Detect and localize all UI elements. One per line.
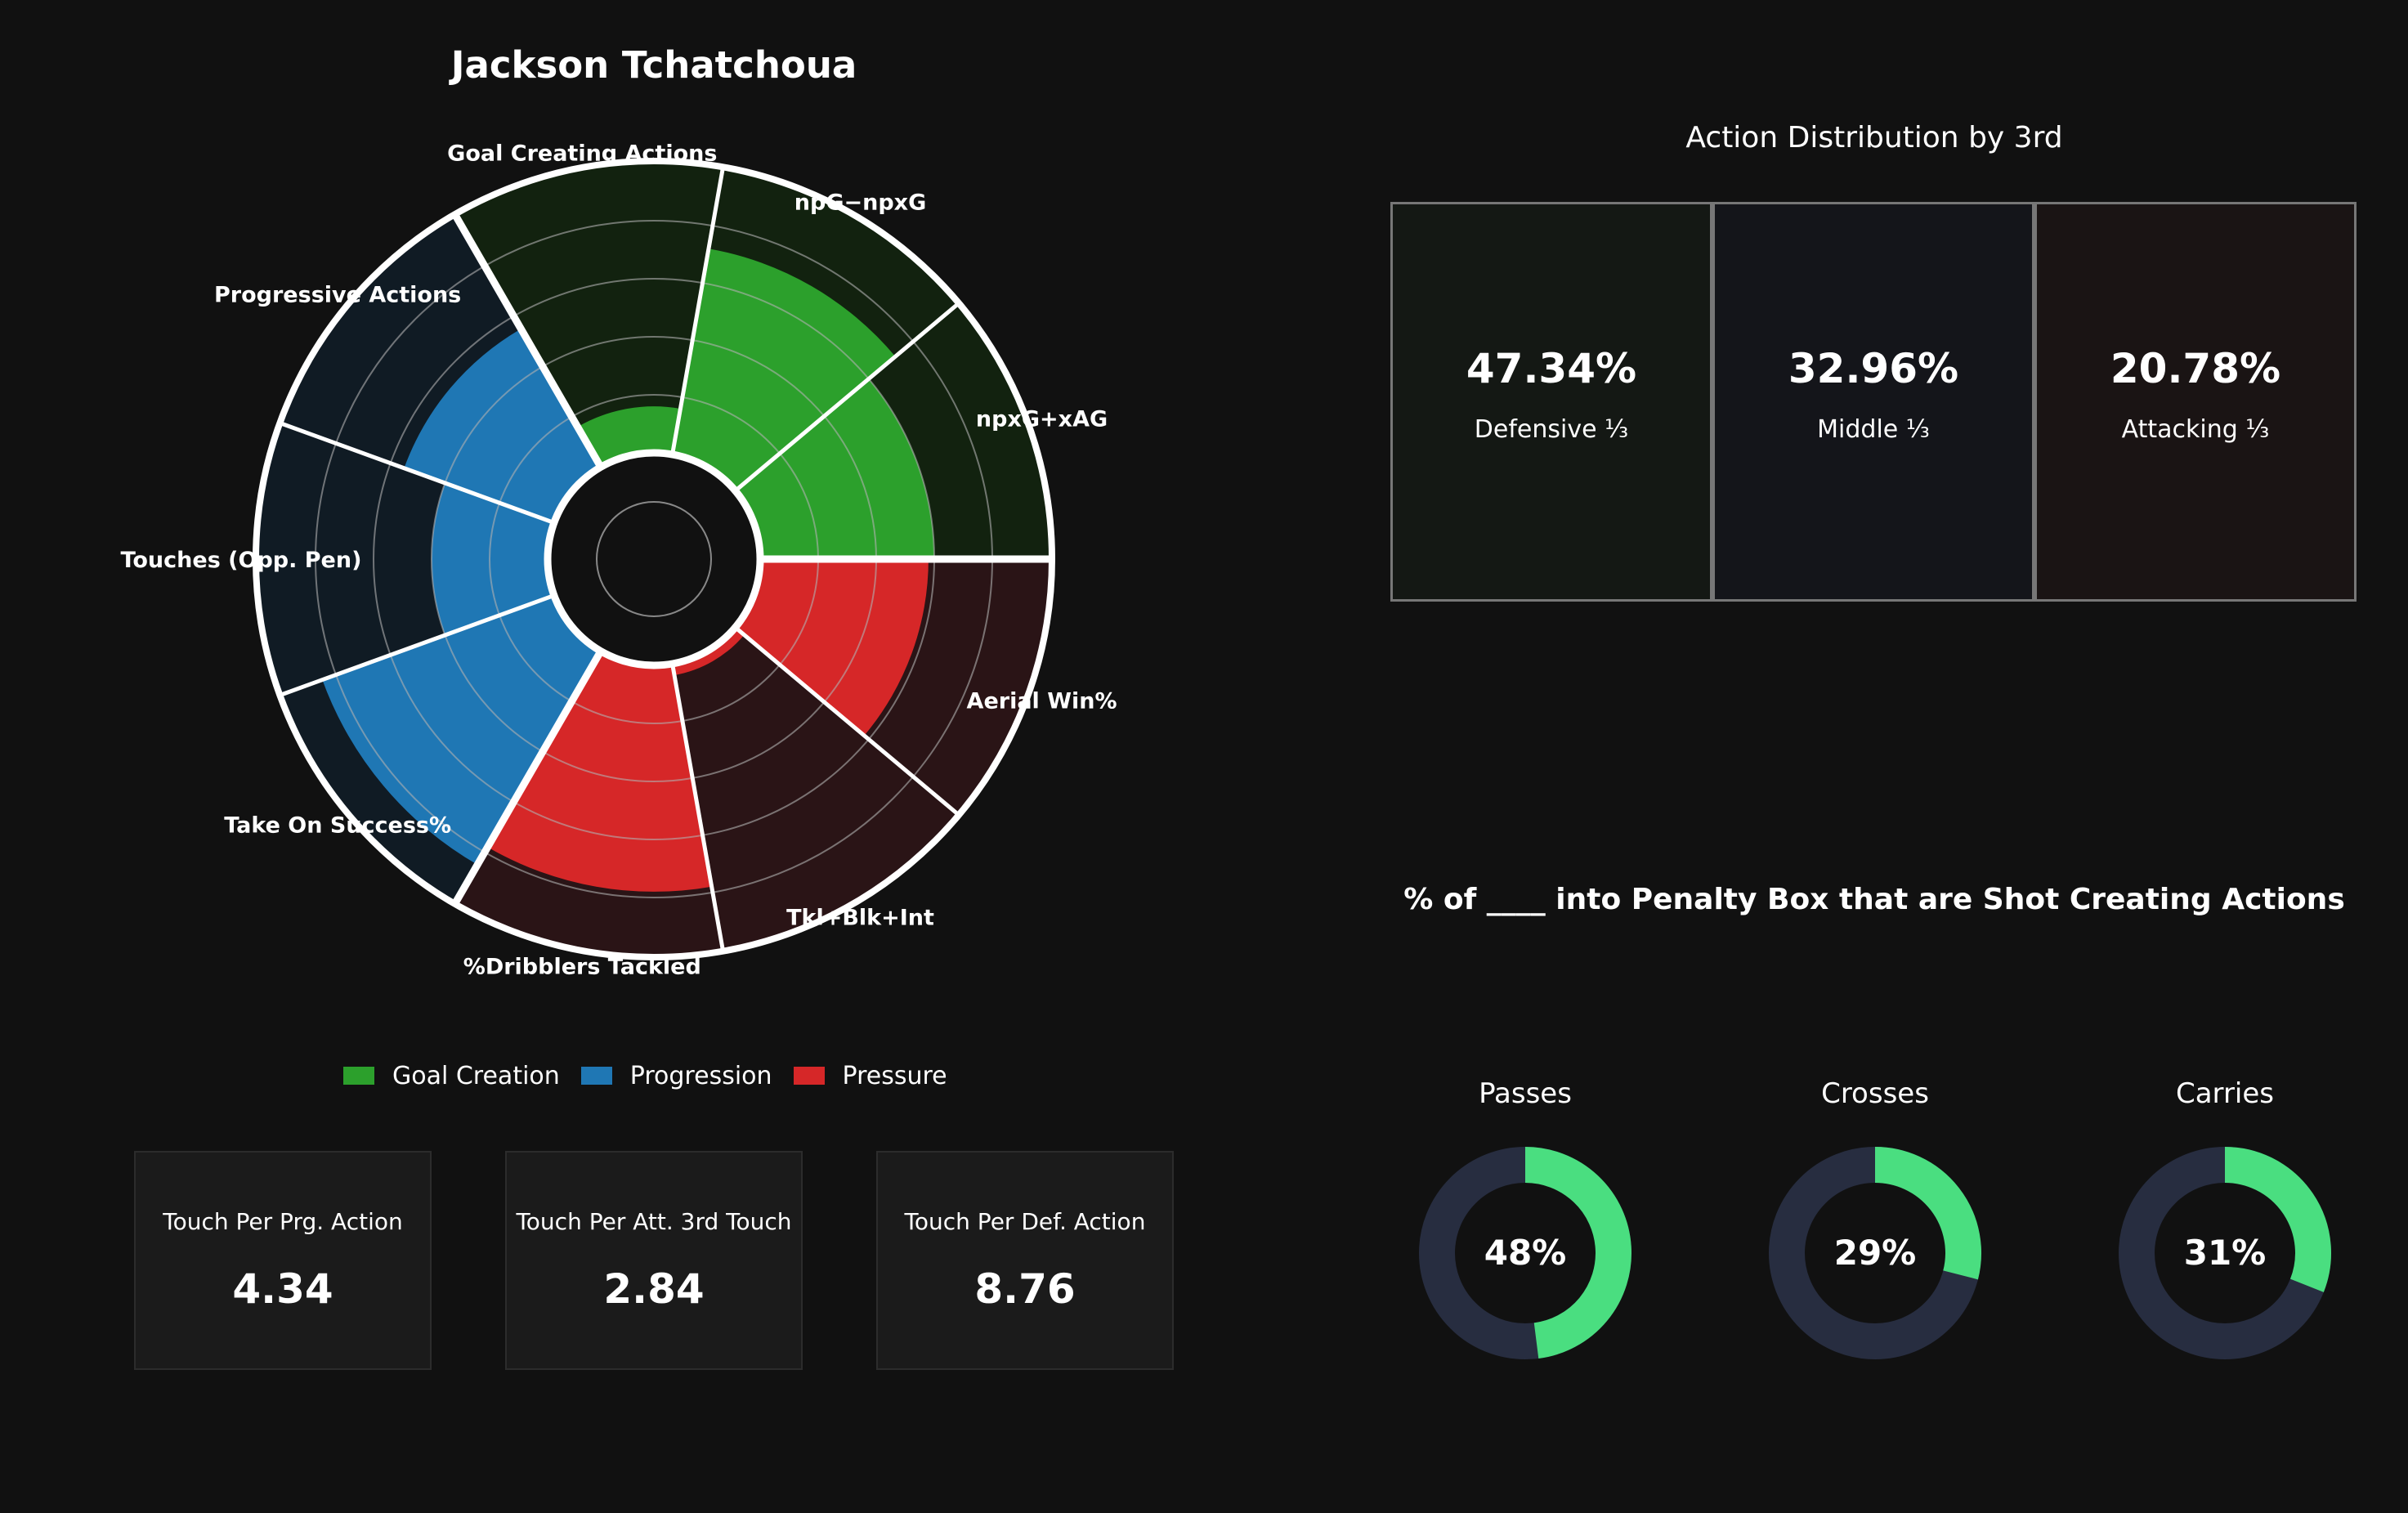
- donut-carries: 31%: [2119, 1147, 2331, 1359]
- radar-label-npg-npxg: npG−npxG: [794, 190, 926, 216]
- stat-label: Touch Per Att. 3rd Touch: [516, 1208, 792, 1235]
- legend-label-progression: Progression: [629, 1061, 772, 1090]
- legend-label-goal-creation: Goal Creation: [392, 1061, 560, 1090]
- legend-item-progression: Progression: [580, 1061, 772, 1090]
- radar-chart: npxG+xAG npG−npxG Goal Creating Actions Pro…: [121, 43, 1117, 979]
- legend-label-pressure: Pressure: [842, 1061, 947, 1090]
- legend-item-goal-creation: Goal Creation: [343, 1062, 560, 1090]
- legend-swatch-pressure: [793, 1067, 825, 1085]
- dist-value: 32.96%: [1788, 345, 1959, 392]
- radar-legend: Goal Creation Progression Pressure: [343, 1061, 947, 1090]
- radar-label-aerial-win: Aerial Win%: [967, 689, 1117, 714]
- radar-label-progressive-actions: Progressive Actions: [214, 282, 461, 307]
- radar-center-hole: [544, 449, 764, 669]
- radar-label-tkl-blk-int: Tkl+Blk+Int: [786, 905, 934, 930]
- stat-value: 2.84: [603, 1265, 705, 1313]
- donut-label-passes: Passes: [1479, 1077, 1572, 1110]
- radar-label-dribblers-tackled: %Dribblers Tackled: [463, 954, 701, 979]
- stat-value: 4.34: [232, 1265, 333, 1313]
- penalty-box-title: % of ____ into Penalty Box that are Shot…: [1403, 883, 2345, 916]
- donut-passes: 48%: [1419, 1147, 1631, 1359]
- stat-value: 8.76: [974, 1265, 1076, 1313]
- stat-card-touch-per-prg-action: Touch Per Prg. Action 4.34: [134, 1151, 432, 1370]
- stat-card-touch-per-def-action: Touch Per Def. Action 8.76: [876, 1151, 1174, 1370]
- donut-label-carries: Carries: [2175, 1077, 2274, 1110]
- dist-cell-attacking: 20.78% Attacking ⅓: [2034, 202, 2357, 602]
- action-distribution-title: Action Distribution by 3rd: [1685, 121, 2063, 154]
- dist-label: Attacking ⅓: [2121, 415, 2270, 444]
- radar-label-goal-creating-actions: Goal Creating Actions: [447, 141, 717, 167]
- dist-value: 20.78%: [2110, 345, 2281, 392]
- legend-swatch-progression: [580, 1067, 612, 1085]
- donut-label-crosses: Crosses: [1821, 1077, 1929, 1110]
- donut-crosses: 29%: [1769, 1147, 1981, 1359]
- radar-label-touches-opp-pen: Touches (Opp. Pen): [121, 548, 362, 573]
- dist-cell-middle: 32.96% Middle ⅓: [1712, 202, 2034, 602]
- donut-value: 48%: [1484, 1233, 1567, 1273]
- stat-label: Touch Per Def. Action: [904, 1208, 1146, 1235]
- donut-value: 29%: [1834, 1233, 1917, 1273]
- dist-label: Middle ⅓: [1817, 415, 1930, 444]
- legend-swatch-goal-creation: [343, 1067, 374, 1085]
- stat-label: Touch Per Prg. Action: [163, 1208, 403, 1235]
- dist-value: 47.34%: [1466, 345, 1637, 392]
- dist-cell-defensive: 47.34% Defensive ⅓: [1390, 202, 1712, 602]
- dist-label: Defensive ⅓: [1474, 415, 1629, 444]
- radar-label-take-on-success: Take On Success%: [224, 813, 451, 839]
- radar-label-npxg-xag: npxG+xAG: [976, 406, 1108, 432]
- legend-item-pressure: Pressure: [793, 1061, 947, 1090]
- radar-title: Jackson Tchatchoua: [449, 43, 857, 87]
- stat-card-touch-per-att-3rd-touch: Touch Per Att. 3rd Touch 2.84: [505, 1151, 803, 1370]
- donut-value: 31%: [2184, 1233, 2267, 1273]
